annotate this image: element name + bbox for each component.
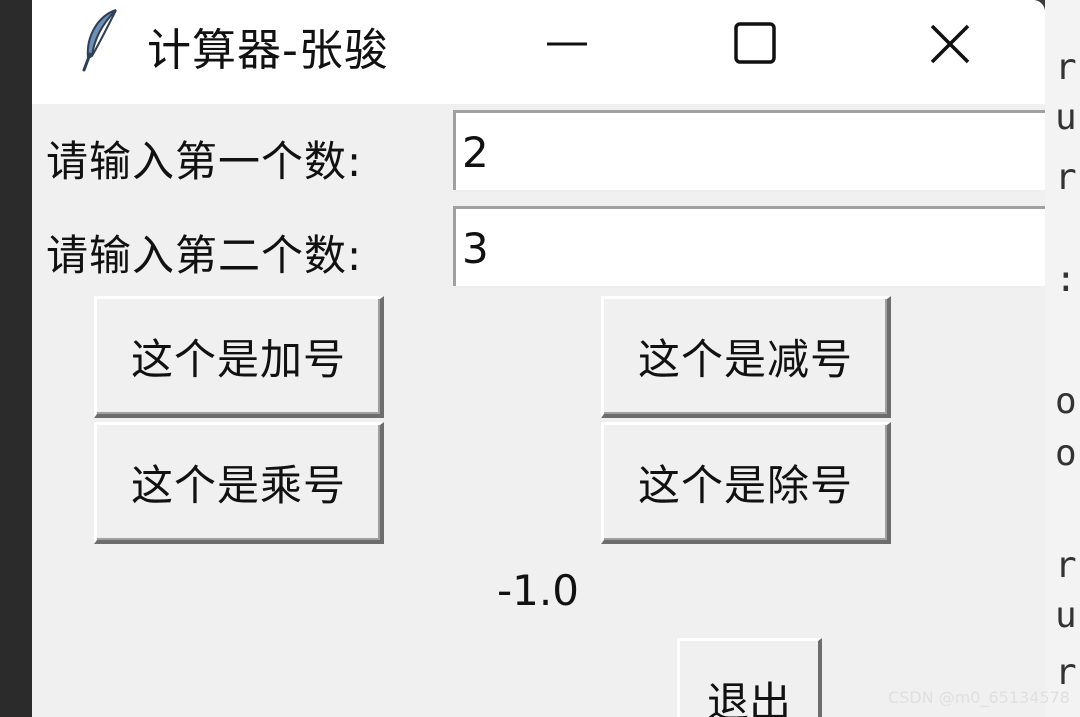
- calculator-window: 计算器-张骏 请输入第一个数: 请输入第二个数: 这个是加号 这个是减号 这个是…: [32, 0, 1045, 717]
- exit-button[interactable]: 退出: [677, 638, 822, 717]
- first-number-label: 请输入第一个数:: [46, 137, 363, 186]
- editor-char: :: [1055, 259, 1077, 300]
- editor-char: o: [1055, 381, 1077, 422]
- add-button[interactable]: 这个是加号: [94, 296, 384, 418]
- feather-icon: [82, 9, 117, 72]
- divide-button[interactable]: 这个是除号: [601, 422, 891, 544]
- title-bar[interactable]: 计算器-张骏: [32, 0, 1045, 104]
- background-code-editor: r u r : o o r u r: [1045, 0, 1080, 717]
- first-number-input[interactable]: [456, 113, 1045, 192]
- minimize-icon[interactable]: [537, 14, 597, 74]
- second-number-input[interactable]: [456, 209, 1045, 288]
- watermark: CSDN @m0_65134578: [888, 688, 1070, 707]
- result-label: -1.0: [497, 566, 579, 615]
- second-number-label: 请输入第二个数:: [46, 231, 363, 280]
- multiply-button[interactable]: 这个是乘号: [94, 422, 384, 544]
- close-icon[interactable]: [920, 14, 980, 74]
- editor-char: r: [1055, 545, 1077, 586]
- editor-char: r: [1055, 157, 1077, 198]
- subtract-button[interactable]: 这个是减号: [601, 296, 891, 418]
- editor-char: o: [1055, 433, 1077, 474]
- editor-char: u: [1055, 595, 1077, 636]
- window-title: 计算器-张骏: [147, 25, 389, 76]
- background-desktop-strip: [0, 0, 32, 717]
- editor-char: r: [1055, 47, 1077, 88]
- second-number-field-wrapper: [453, 206, 1045, 288]
- maximize-icon[interactable]: [726, 14, 786, 74]
- editor-char: u: [1055, 97, 1077, 138]
- first-number-field-wrapper: [453, 110, 1045, 192]
- editor-char: r: [1055, 652, 1077, 693]
